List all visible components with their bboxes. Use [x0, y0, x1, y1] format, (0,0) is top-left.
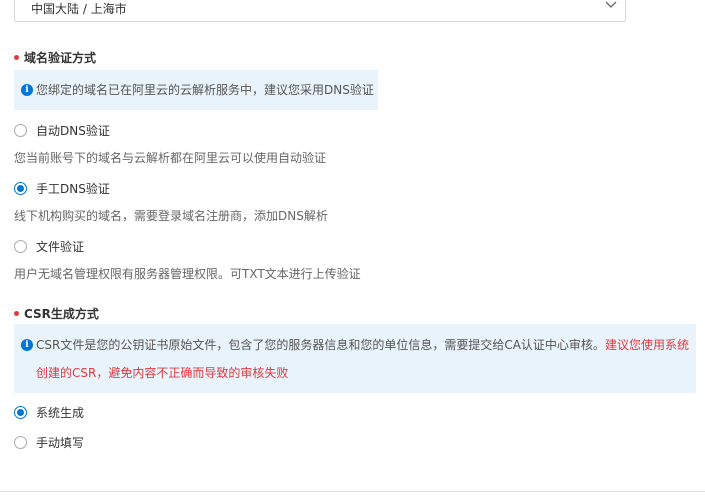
radio-label: 手工DNS验证: [36, 182, 110, 196]
radio-manual-dns[interactable]: 手工DNS验证: [14, 180, 110, 197]
radio-button[interactable]: [14, 436, 27, 449]
radio-button-checked[interactable]: [14, 406, 27, 419]
domain-verify-notice: i 您绑定的域名已在阿里云的云解析服务中，建议您采用DNS验证: [14, 70, 378, 110]
region-select[interactable]: 中国大陆 / 上海市: [14, 0, 626, 22]
option-description: 您当前账号下的域名与云解析都在阿里云可以使用自动验证: [14, 151, 327, 165]
chevron-down-icon[interactable]: [605, 0, 617, 10]
csr-notice-text: CSR文件是您的公钥证书原始文件，包含了您的服务器信息和您的单位信息，需要提交给…: [36, 331, 692, 387]
info-icon: i: [21, 84, 33, 96]
radio-label: 文件验证: [36, 240, 85, 254]
domain-verify-notice-text: 您绑定的域名已在阿里云的云解析服务中，建议您采用DNS验证: [36, 83, 374, 97]
radio-label: 自动DNS验证: [36, 124, 110, 138]
radio-button[interactable]: [14, 124, 27, 137]
domain-verify-title-text: 域名验证方式: [24, 51, 97, 65]
required-dot-icon: [14, 311, 19, 316]
radio-system-generate[interactable]: 系统生成: [14, 404, 84, 421]
radio-auto-dns[interactable]: 自动DNS验证: [14, 122, 110, 139]
radio-file-verify[interactable]: 文件验证: [14, 238, 84, 255]
csr-notice: i CSR文件是您的公钥证书原始文件，包含了您的服务器信息和您的单位信息，需要提…: [14, 324, 696, 393]
radio-manual-fill[interactable]: 手动填写: [14, 434, 84, 451]
radio-label: 系统生成: [36, 406, 85, 420]
csr-title-text: CSR生成方式: [24, 307, 99, 321]
domain-verify-title: 域名验证方式: [14, 49, 96, 66]
csr-title: CSR生成方式: [14, 305, 99, 322]
radio-label: 手动填写: [36, 436, 85, 450]
radio-button-checked[interactable]: [14, 182, 27, 195]
region-select-value: 中国大陆 / 上海市: [31, 2, 127, 16]
option-description: 线下机构购买的域名，需要登录域名注册商，添加DNS解析: [14, 209, 328, 223]
info-icon: i: [21, 339, 33, 351]
radio-button[interactable]: [14, 240, 27, 253]
required-dot-icon: [14, 55, 19, 60]
divider: [0, 491, 705, 492]
csr-notice-normal: CSR文件是您的公钥证书原始文件，包含了您的服务器信息和您的单位信息，需要提交给…: [36, 338, 605, 352]
option-description: 用户无域名管理权限有服务器管理权限。可TXT文本进行上传验证: [14, 267, 361, 281]
